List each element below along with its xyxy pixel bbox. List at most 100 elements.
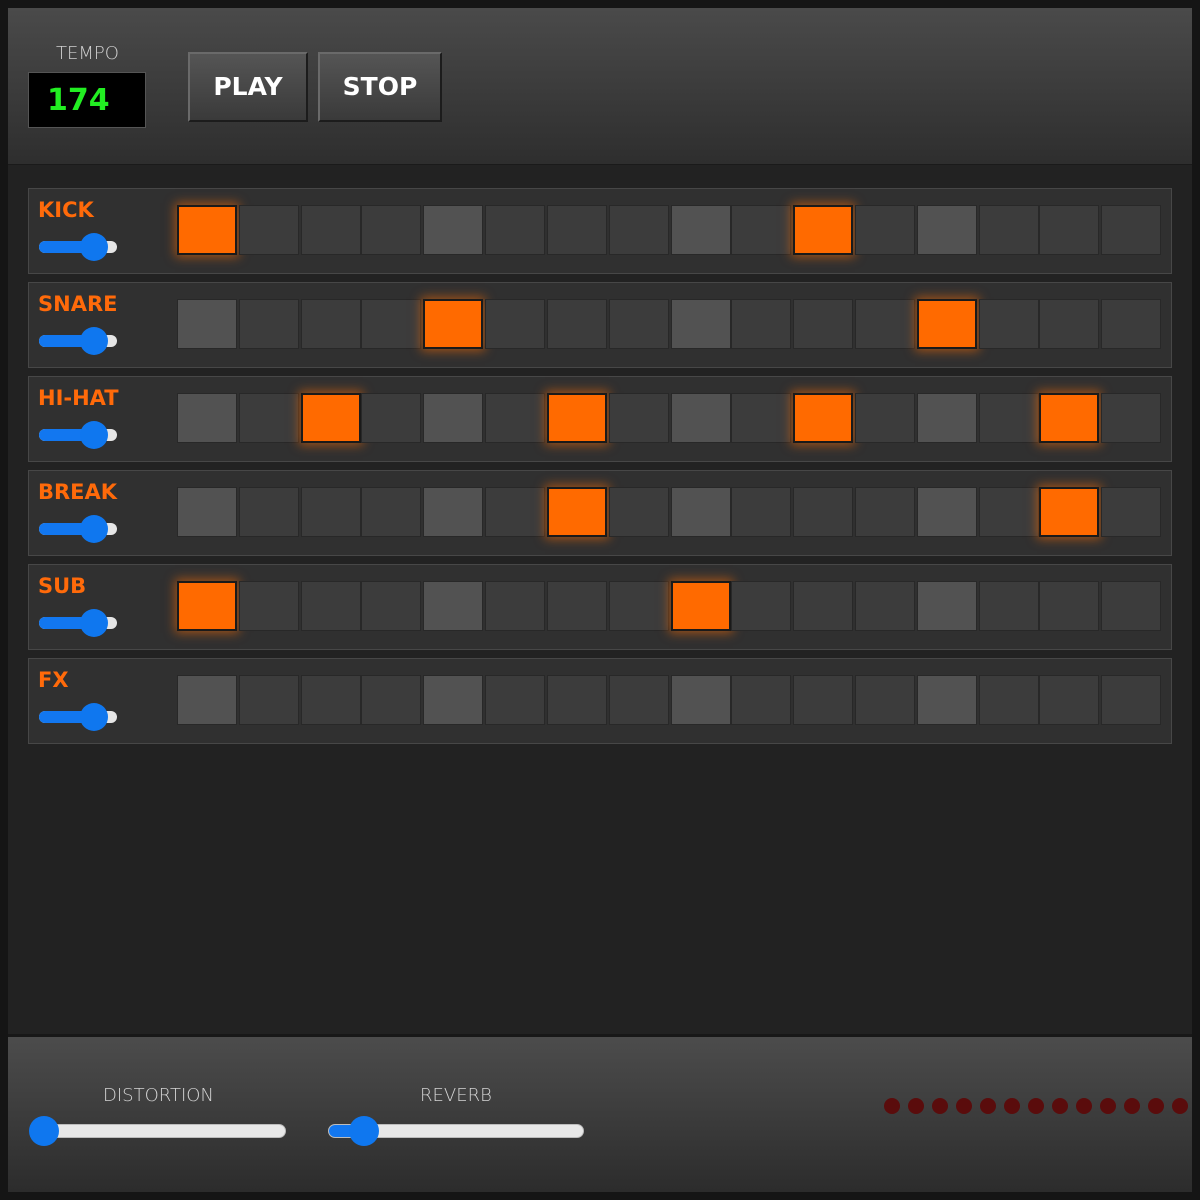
step-pad[interactable] bbox=[731, 675, 791, 725]
track-volume-slider[interactable] bbox=[39, 327, 117, 355]
track-volume-slider[interactable] bbox=[39, 609, 117, 637]
step-pad[interactable] bbox=[1101, 581, 1161, 631]
step-pad[interactable] bbox=[793, 393, 853, 443]
step-pad[interactable] bbox=[423, 299, 483, 349]
step-pad[interactable] bbox=[301, 581, 361, 631]
step-pad[interactable] bbox=[671, 581, 731, 631]
step-pad[interactable] bbox=[671, 487, 731, 537]
step-pad[interactable] bbox=[1101, 205, 1161, 255]
step-pad[interactable] bbox=[731, 299, 791, 349]
track-volume-slider[interactable] bbox=[39, 421, 117, 449]
step-pad[interactable] bbox=[1039, 581, 1099, 631]
step-pad[interactable] bbox=[361, 205, 421, 255]
step-pad[interactable] bbox=[979, 487, 1039, 537]
step-pad[interactable] bbox=[361, 581, 421, 631]
step-pad[interactable] bbox=[855, 675, 915, 725]
distortion-slider[interactable] bbox=[29, 1116, 286, 1146]
step-pad[interactable] bbox=[177, 487, 237, 537]
step-pad[interactable] bbox=[301, 393, 361, 443]
step-pad[interactable] bbox=[917, 675, 977, 725]
step-pad[interactable] bbox=[547, 675, 607, 725]
track-volume-thumb[interactable] bbox=[79, 703, 108, 731]
step-pad[interactable] bbox=[423, 581, 483, 631]
track-volume-thumb[interactable] bbox=[79, 515, 108, 543]
step-pad[interactable] bbox=[301, 205, 361, 255]
step-pad[interactable] bbox=[855, 299, 915, 349]
step-pad[interactable] bbox=[855, 205, 915, 255]
step-pad[interactable] bbox=[855, 581, 915, 631]
step-pad[interactable] bbox=[855, 393, 915, 443]
step-pad[interactable] bbox=[485, 299, 545, 349]
step-pad[interactable] bbox=[301, 675, 361, 725]
step-pad[interactable] bbox=[547, 205, 607, 255]
step-pad[interactable] bbox=[731, 487, 791, 537]
track-volume-thumb[interactable] bbox=[79, 233, 108, 261]
stop-button[interactable]: STOP bbox=[318, 52, 442, 122]
play-button[interactable]: PLAY bbox=[188, 52, 308, 122]
step-pad[interactable] bbox=[731, 205, 791, 255]
step-pad[interactable] bbox=[423, 393, 483, 443]
step-pad[interactable] bbox=[177, 393, 237, 443]
reverb-slider-thumb[interactable] bbox=[348, 1116, 379, 1146]
step-pad[interactable] bbox=[793, 205, 853, 255]
step-pad[interactable] bbox=[301, 299, 361, 349]
step-pad[interactable] bbox=[177, 299, 237, 349]
step-pad[interactable] bbox=[671, 393, 731, 443]
step-pad[interactable] bbox=[609, 487, 669, 537]
step-pad[interactable] bbox=[1039, 393, 1099, 443]
step-pad[interactable] bbox=[547, 299, 607, 349]
step-pad[interactable] bbox=[177, 675, 237, 725]
step-pad[interactable] bbox=[1101, 393, 1161, 443]
step-pad[interactable] bbox=[485, 487, 545, 537]
step-pad[interactable] bbox=[1039, 299, 1099, 349]
step-pad[interactable] bbox=[855, 487, 915, 537]
step-pad[interactable] bbox=[239, 205, 299, 255]
track-volume-slider[interactable] bbox=[39, 233, 117, 261]
step-pad[interactable] bbox=[177, 205, 237, 255]
track-volume-slider[interactable] bbox=[39, 515, 117, 543]
step-pad[interactable] bbox=[917, 299, 977, 349]
step-pad[interactable] bbox=[979, 299, 1039, 349]
step-pad[interactable] bbox=[485, 205, 545, 255]
step-pad[interactable] bbox=[917, 487, 977, 537]
step-pad[interactable] bbox=[239, 487, 299, 537]
track-volume-thumb[interactable] bbox=[79, 327, 108, 355]
track-volume-thumb[interactable] bbox=[79, 609, 108, 637]
step-pad[interactable] bbox=[609, 393, 669, 443]
track-volume-thumb[interactable] bbox=[79, 421, 108, 449]
track-volume-slider[interactable] bbox=[39, 703, 117, 731]
step-pad[interactable] bbox=[671, 675, 731, 725]
step-pad[interactable] bbox=[609, 581, 669, 631]
step-pad[interactable] bbox=[485, 675, 545, 725]
step-pad[interactable] bbox=[979, 205, 1039, 255]
step-pad[interactable] bbox=[1039, 675, 1099, 725]
step-pad[interactable] bbox=[547, 393, 607, 443]
step-pad[interactable] bbox=[731, 581, 791, 631]
step-pad[interactable] bbox=[917, 205, 977, 255]
step-pad[interactable] bbox=[361, 393, 421, 443]
step-pad[interactable] bbox=[793, 675, 853, 725]
step-pad[interactable] bbox=[609, 299, 669, 349]
distortion-slider-thumb[interactable] bbox=[29, 1116, 59, 1146]
step-pad[interactable] bbox=[731, 393, 791, 443]
step-pad[interactable] bbox=[485, 393, 545, 443]
step-pad[interactable] bbox=[793, 299, 853, 349]
step-pad[interactable] bbox=[609, 675, 669, 725]
step-pad[interactable] bbox=[979, 581, 1039, 631]
step-pad[interactable] bbox=[793, 487, 853, 537]
step-pad[interactable] bbox=[609, 205, 669, 255]
step-pad[interactable] bbox=[485, 581, 545, 631]
step-pad[interactable] bbox=[1101, 487, 1161, 537]
reverb-slider[interactable] bbox=[328, 1116, 584, 1146]
step-pad[interactable] bbox=[917, 581, 977, 631]
step-pad[interactable] bbox=[671, 205, 731, 255]
step-pad[interactable] bbox=[979, 675, 1039, 725]
step-pad[interactable] bbox=[917, 393, 977, 443]
step-pad[interactable] bbox=[239, 675, 299, 725]
step-pad[interactable] bbox=[1039, 205, 1099, 255]
step-pad[interactable] bbox=[423, 205, 483, 255]
step-pad[interactable] bbox=[793, 581, 853, 631]
step-pad[interactable] bbox=[547, 581, 607, 631]
step-pad[interactable] bbox=[177, 581, 237, 631]
step-pad[interactable] bbox=[1101, 675, 1161, 725]
